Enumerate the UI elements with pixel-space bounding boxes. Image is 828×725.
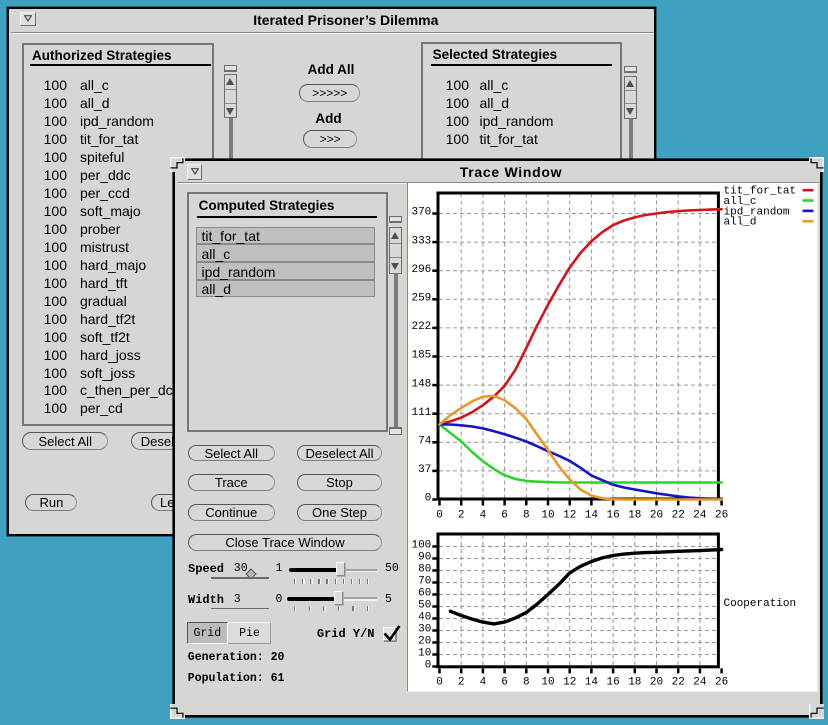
svg-text:6: 6	[501, 677, 508, 689]
svg-text:70: 70	[418, 576, 431, 588]
svg-text:0: 0	[436, 510, 443, 522]
svg-text:all_d: all_d	[723, 217, 756, 229]
svg-text:16: 16	[606, 677, 619, 689]
svg-text:60: 60	[418, 588, 431, 600]
svg-text:259: 259	[411, 293, 431, 305]
svg-text:30: 30	[418, 624, 431, 636]
svg-text:20: 20	[649, 677, 662, 689]
svg-text:90: 90	[418, 552, 431, 564]
svg-text:8: 8	[522, 510, 529, 522]
svg-text:18: 18	[628, 677, 641, 689]
svg-text:80: 80	[418, 564, 431, 576]
svg-text:185: 185	[411, 350, 431, 362]
svg-text:4: 4	[479, 677, 486, 689]
svg-text:22: 22	[671, 677, 684, 689]
svg-text:40: 40	[418, 612, 431, 624]
svg-text:100: 100	[411, 540, 431, 552]
svg-text:24: 24	[693, 510, 707, 522]
svg-text:10: 10	[418, 648, 431, 660]
svg-text:14: 14	[584, 677, 598, 689]
svg-text:12: 12	[563, 677, 576, 689]
svg-text:20: 20	[418, 636, 431, 648]
svg-text:50: 50	[418, 600, 431, 612]
svg-text:296: 296	[411, 264, 431, 276]
svg-text:8: 8	[522, 677, 529, 689]
svg-text:0: 0	[424, 660, 431, 672]
svg-text:333: 333	[411, 236, 431, 248]
svg-text:148: 148	[411, 379, 431, 391]
svg-text:4: 4	[479, 510, 486, 522]
svg-text:24: 24	[693, 677, 707, 689]
svg-text:2: 2	[457, 677, 464, 689]
svg-text:37: 37	[418, 465, 431, 477]
svg-text:12: 12	[563, 510, 576, 522]
svg-text:16: 16	[606, 510, 619, 522]
svg-text:111: 111	[411, 407, 431, 419]
svg-text:0: 0	[424, 493, 431, 505]
svg-text:Cooperation: Cooperation	[723, 598, 796, 610]
svg-text:14: 14	[584, 510, 598, 522]
svg-text:26: 26	[714, 510, 727, 522]
svg-text:20: 20	[649, 510, 662, 522]
svg-text:10: 10	[541, 510, 554, 522]
svg-text:370: 370	[411, 207, 431, 219]
svg-text:18: 18	[628, 510, 641, 522]
svg-text:0: 0	[436, 677, 443, 689]
svg-text:74: 74	[418, 436, 432, 448]
svg-text:222: 222	[411, 322, 431, 334]
svg-text:10: 10	[541, 677, 554, 689]
svg-text:26: 26	[714, 677, 727, 689]
svg-text:2: 2	[457, 510, 464, 522]
svg-text:6: 6	[501, 510, 508, 522]
svg-text:22: 22	[671, 510, 684, 522]
